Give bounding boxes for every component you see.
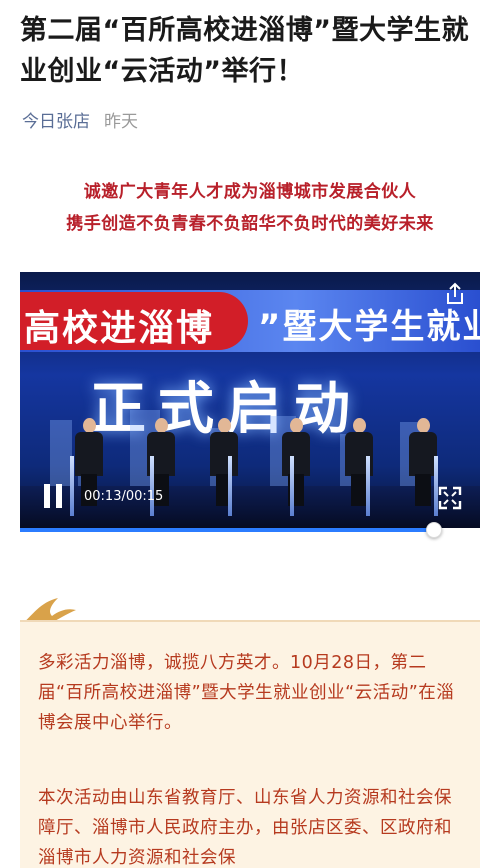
skyline-building xyxy=(50,420,72,490)
slogan-line-1: 诚邀广大青年人才成为淄博城市发展合伙人 xyxy=(83,182,417,202)
banner-red-text: 高校进淄博 xyxy=(24,308,215,349)
video-controls: 00:13/00:15 xyxy=(42,484,163,508)
person xyxy=(210,418,238,506)
fullscreen-icon[interactable] xyxy=(438,486,462,510)
duration: /00:15 xyxy=(121,488,164,504)
person xyxy=(409,418,437,506)
article-paragraph-2: 本次活动由山东省教育厅、山东省人力资源和社会保障厅、淄博市人民政府主办，由张店区… xyxy=(38,788,452,868)
article-meta: 今日张店 昨天 xyxy=(22,107,138,132)
progress-handle[interactable] xyxy=(426,522,442,538)
article-page: 第二届“百所高校进淄博”暨大学生就业创业“云活动”举行！ 今日张店 昨天 诚邀广… xyxy=(0,0,500,868)
video-progress-bar[interactable] xyxy=(20,522,480,538)
person xyxy=(282,418,310,506)
pause-icon[interactable] xyxy=(42,484,64,508)
article-paragraph-1: 多彩活力淄博，诚揽八方英才。10月28日，第二届“百所高校进淄博”暨大学生就业创… xyxy=(38,653,455,733)
banner-blue-text: ”暨大学生就业 xyxy=(258,307,480,347)
source-link[interactable]: 今日张店 xyxy=(22,107,90,132)
launch-pole xyxy=(290,456,294,516)
article-title: 第二届“百所高校进淄博”暨大学生就业创业“云活动”举行！ xyxy=(20,15,469,87)
progress-fill xyxy=(20,528,434,532)
publish-time: 昨天 xyxy=(104,112,138,132)
launch-pole xyxy=(228,456,232,516)
share-icon[interactable] xyxy=(444,282,466,306)
current-time: 00:13 xyxy=(84,488,122,504)
launch-pole xyxy=(366,456,370,516)
video-timecode: 00:13/00:15 xyxy=(84,489,163,504)
video-player[interactable]: 高校进淄博 ”暨大学生就业 正式启动 00:13/00:15 xyxy=(20,272,480,530)
slogan-line-2: 携手创造不负青春不负韶华不负时代的美好未来 xyxy=(66,214,434,234)
